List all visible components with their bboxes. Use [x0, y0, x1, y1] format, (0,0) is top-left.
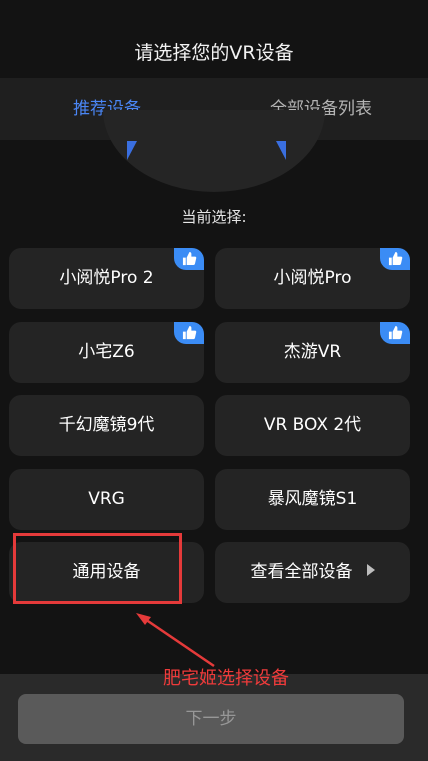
next-button[interactable]: 下一步: [18, 694, 404, 744]
annotation-text: 肥宅姬选择设备: [163, 668, 289, 689]
red-arrow-icon: [136, 613, 215, 668]
